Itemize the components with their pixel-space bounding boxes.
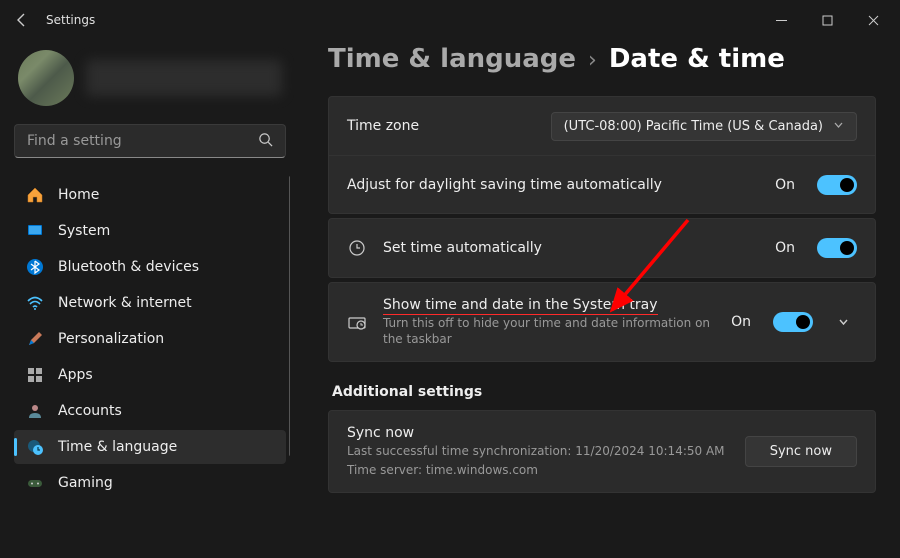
additional-settings-header: Additional settings bbox=[332, 384, 876, 400]
minimize-button[interactable] bbox=[758, 5, 804, 35]
avatar bbox=[18, 50, 74, 106]
search-input[interactable] bbox=[27, 133, 258, 149]
row-systray[interactable]: Show time and date in the System tray Tu… bbox=[329, 283, 875, 361]
wifi-icon bbox=[26, 294, 44, 312]
sidebar-item-label: Home bbox=[58, 187, 99, 203]
bluetooth-icon bbox=[26, 258, 44, 276]
toggle-state: On bbox=[731, 314, 751, 330]
sync-last: Last successful time synchronization: 11… bbox=[347, 443, 729, 459]
person-icon bbox=[26, 402, 44, 420]
profile-name bbox=[86, 60, 282, 96]
globe-clock-icon bbox=[26, 438, 44, 456]
sync-server: Time server: time.windows.com bbox=[347, 462, 729, 478]
search-box[interactable] bbox=[14, 124, 286, 158]
auto-time-toggle[interactable] bbox=[817, 238, 857, 258]
gamepad-icon bbox=[26, 474, 44, 492]
card-auto-time: Set time automatically On bbox=[328, 218, 876, 278]
profile-block[interactable] bbox=[10, 40, 290, 124]
row-sync: Sync now Last successful time synchroniz… bbox=[329, 411, 875, 491]
sidebar-item-label: Time & language bbox=[58, 439, 177, 455]
card-systray: Show time and date in the System tray Tu… bbox=[328, 282, 876, 362]
toggle-state: On bbox=[775, 240, 795, 256]
home-icon bbox=[26, 186, 44, 204]
dropdown-value: (UTC-08:00) Pacific Time (US & Canada) bbox=[564, 119, 823, 134]
sidebar-item-label: Accounts bbox=[58, 403, 122, 419]
toggle-state: On bbox=[775, 177, 795, 193]
search-icon bbox=[258, 132, 273, 151]
row-timezone: Time zone (UTC-08:00) Pacific Time (US &… bbox=[329, 97, 875, 155]
clock-icon bbox=[347, 239, 367, 257]
card-sync: Sync now Last successful time synchroniz… bbox=[328, 410, 876, 492]
sync-now-button[interactable]: Sync now bbox=[745, 436, 857, 467]
chevron-right-icon: › bbox=[588, 48, 597, 73]
sidebar-item-gaming[interactable]: Gaming bbox=[14, 466, 286, 500]
sidebar-item-home[interactable]: Home bbox=[14, 178, 286, 212]
row-title: Time zone bbox=[347, 118, 535, 134]
taskbar-clock-icon bbox=[347, 312, 367, 332]
breadcrumb: Time & language › Date & time bbox=[328, 44, 876, 74]
row-title: Show time and date in the System tray bbox=[383, 297, 715, 313]
sidebar-item-accounts[interactable]: Accounts bbox=[14, 394, 286, 428]
nav: Home System Bluetooth & devices Network … bbox=[10, 176, 290, 548]
apps-icon bbox=[26, 366, 44, 384]
row-title: Set time automatically bbox=[383, 240, 759, 256]
sidebar-item-label: System bbox=[58, 223, 110, 239]
sidebar-item-label: Bluetooth & devices bbox=[58, 259, 199, 275]
sidebar-scrollbar[interactable] bbox=[289, 176, 290, 548]
system-icon bbox=[26, 222, 44, 240]
card-timezone: Time zone (UTC-08:00) Pacific Time (US &… bbox=[328, 96, 876, 214]
sidebar-item-personalization[interactable]: Personalization bbox=[14, 322, 286, 356]
systray-toggle[interactable] bbox=[773, 312, 813, 332]
sidebar-item-bluetooth[interactable]: Bluetooth & devices bbox=[14, 250, 286, 284]
row-subtitle: Turn this off to hide your time and date… bbox=[383, 315, 715, 347]
sidebar-item-apps[interactable]: Apps bbox=[14, 358, 286, 392]
sidebar-item-time-language[interactable]: Time & language bbox=[14, 430, 286, 464]
scrollbar-thumb[interactable] bbox=[289, 176, 290, 456]
sidebar-item-label: Gaming bbox=[58, 475, 113, 491]
sidebar-item-network[interactable]: Network & internet bbox=[14, 286, 286, 320]
page-title: Date & time bbox=[609, 44, 785, 74]
sidebar-item-label: Personalization bbox=[58, 331, 164, 347]
sidebar-item-system[interactable]: System bbox=[14, 214, 286, 248]
sidebar-item-label: Network & internet bbox=[58, 295, 192, 311]
titlebar: Settings bbox=[0, 0, 900, 40]
timezone-dropdown[interactable]: (UTC-08:00) Pacific Time (US & Canada) bbox=[551, 112, 857, 141]
dst-toggle[interactable] bbox=[817, 175, 857, 195]
row-auto-time: Set time automatically On bbox=[329, 219, 875, 277]
chevron-down-icon bbox=[833, 119, 844, 134]
sync-title: Sync now bbox=[347, 425, 729, 441]
sidebar-item-label: Apps bbox=[58, 367, 93, 383]
row-dst: Adjust for daylight saving time automati… bbox=[329, 155, 875, 213]
back-button[interactable] bbox=[4, 2, 40, 38]
app-title: Settings bbox=[46, 13, 95, 27]
sidebar: Home System Bluetooth & devices Network … bbox=[0, 40, 300, 558]
main-content: Time & language › Date & time Time zone … bbox=[300, 40, 900, 558]
brush-icon bbox=[26, 330, 44, 348]
close-button[interactable] bbox=[850, 5, 896, 35]
breadcrumb-parent[interactable]: Time & language bbox=[328, 44, 576, 74]
expand-chevron[interactable] bbox=[829, 313, 857, 332]
maximize-button[interactable] bbox=[804, 5, 850, 35]
row-title: Adjust for daylight saving time automati… bbox=[347, 177, 759, 193]
